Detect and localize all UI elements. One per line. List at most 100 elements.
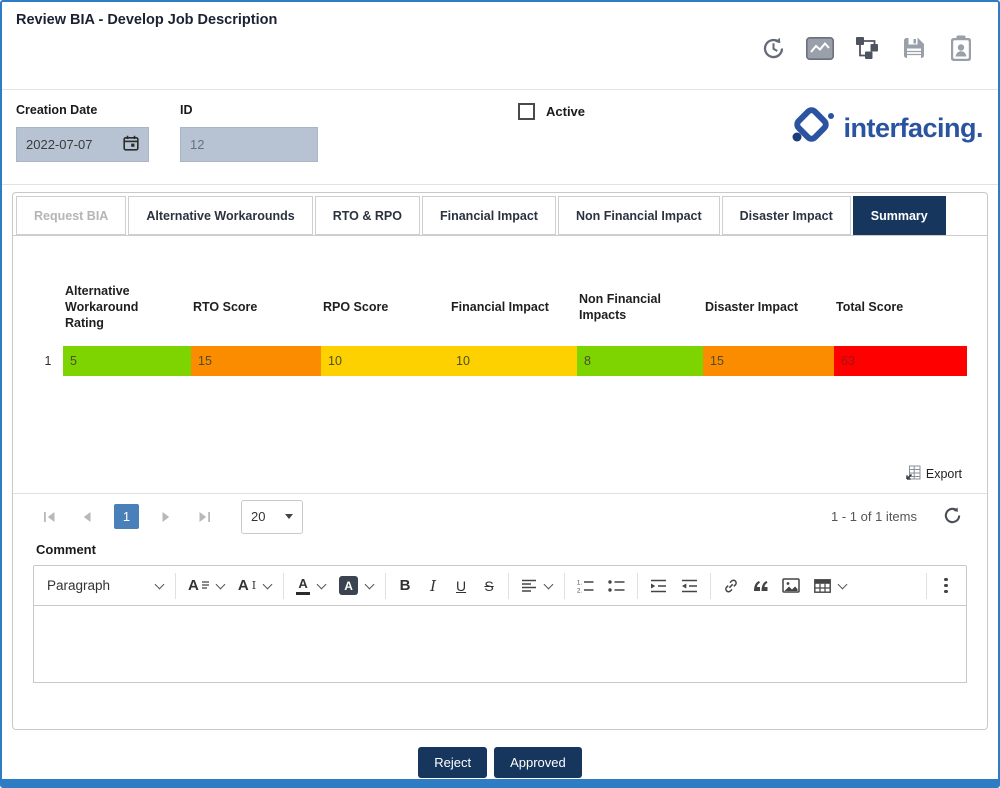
table-row: 1 5 15 10 10 8 15 63 [33,346,967,376]
font-size-icon [201,581,209,589]
current-page-button[interactable]: 1 [114,504,139,529]
paragraph-style-label: Paragraph [47,578,111,593]
tab-bar: Request BIA Alternative Workarounds RTO … [13,193,987,236]
chart-icon[interactable] [805,33,835,63]
italic-button[interactable]: I [419,571,447,601]
calendar-icon[interactable] [123,135,139,154]
toolbar-separator [564,572,566,599]
decrease-indent-button[interactable] [674,571,705,601]
chevron-down-icon [837,579,848,589]
underline-button[interactable]: U [447,571,475,601]
strikethrough-icon: S [484,577,494,594]
kebab-menu-icon [944,583,948,588]
paragraph-style-dropdown[interactable]: Paragraph [40,571,170,601]
toolbar-separator [175,572,176,599]
rich-text-toolbar: Paragraph A AI A A B I U S 1. 2. [33,565,967,606]
tab-disaster-impact[interactable]: Disaster Impact [721,196,851,235]
review-bia-window: Review BIA - Develop Job Description Cre… [0,0,1000,788]
interfacing-logo-text: interfacing. [843,113,983,143]
creation-date-input[interactable]: 2022-07-07 [16,127,149,162]
reject-button[interactable]: Reject [418,747,488,778]
assignee-icon[interactable] [946,33,976,63]
bulleted-list-button[interactable] [601,571,632,601]
previous-page-button[interactable] [76,506,98,528]
toolbar-separator [637,572,639,599]
last-page-button[interactable] [193,506,215,528]
tab-alternative-workarounds[interactable]: Alternative Workarounds [128,196,313,235]
link-button[interactable] [716,571,746,601]
pagination-nav: 1 [38,504,215,529]
pagination-bar: 1 20 1 - 1 of 1 items [13,494,987,539]
comment-editor-area[interactable] [33,606,967,683]
approved-button[interactable]: Approved [494,747,582,778]
id-value: 12 [190,137,205,152]
hierarchy-icon[interactable] [852,33,882,63]
chevron-down-icon [364,579,375,589]
id-input[interactable]: 12 [180,127,318,162]
toolbar-separator [283,572,285,599]
insert-image-button[interactable] [775,571,807,601]
svg-text:2.: 2. [577,588,582,593]
toolbar-separator [385,572,387,599]
history-icon[interactable] [758,33,788,63]
page-size-dropdown[interactable]: 20 [241,499,303,534]
tab-summary[interactable]: Summary [852,196,946,235]
insert-table-icon [814,578,831,593]
align-left-icon [522,579,537,592]
column-header-rto-score: RTO Score [193,299,258,314]
blockquote-button[interactable] [746,571,775,601]
save-icon[interactable] [899,33,929,63]
export-icon [906,465,921,483]
export-button[interactable]: Export [906,465,962,483]
link-icon [725,579,737,592]
cell-financial-impact: 10 [449,346,577,376]
toolbar-separator [926,572,927,599]
active-checkbox[interactable] [518,103,535,120]
index-column-header [33,268,63,346]
chevron-down-icon [543,579,554,589]
next-page-button[interactable] [155,506,177,528]
numbered-list-button[interactable]: 1. 2. [570,571,601,601]
font-color-icon: A [296,577,311,595]
summary-score-table: Alternative Workaround Rating RTO Score … [33,268,967,376]
strikethrough-button[interactable]: S [475,571,503,601]
tab-non-financial-impact[interactable]: Non Financial Impact [557,196,720,235]
toolbar-separator [710,572,712,599]
font-size-button[interactable]: A [181,571,231,601]
cell-disaster-impact: 15 [703,346,834,376]
tab-financial-impact[interactable]: Financial Impact [421,196,556,235]
bold-button[interactable]: B [391,571,419,601]
cell-total-score: 63 [834,346,967,376]
tab-request-bia[interactable]: Request BIA [16,196,127,235]
page-title: Review BIA - Develop Job Description [16,12,278,28]
chevron-down-icon [262,579,273,589]
pagination-info: 1 - 1 of 1 items [831,506,962,528]
toolbar-separator [508,572,510,599]
font-background-color-button[interactable]: A [332,571,380,601]
chevron-down-icon [316,579,327,589]
increase-indent-button[interactable] [643,571,674,601]
numbered-list-icon: 1.2. [577,580,594,593]
insert-table-button[interactable] [807,571,853,601]
tab-rto-rpo[interactable]: RTO & RPO [314,196,420,235]
insert-image-icon [782,578,800,593]
first-page-button[interactable] [38,506,60,528]
export-label: Export [925,467,962,481]
text-alignment-button[interactable] [514,571,559,601]
column-header-disaster-impact: Disaster Impact [705,299,799,314]
font-family-button[interactable]: AI [231,571,278,601]
more-options-button[interactable] [932,571,960,601]
refresh-icon[interactable] [943,506,962,528]
column-header-alt-workaround: Alternative Workaround Rating [65,283,139,331]
column-header-total-score: Total Score [836,299,904,314]
font-background-color-icon: A [339,576,359,595]
font-color-button[interactable]: A [289,571,332,601]
page-size-value: 20 [251,509,266,524]
comment-editor: Paragraph A AI A A B I U S 1. 2. [33,565,967,683]
main-panel: Request BIA Alternative Workarounds RTO … [12,192,988,730]
chevron-down-icon [215,579,226,589]
cell-rto-score: 15 [191,346,321,376]
table-header-row: Alternative Workaround Rating RTO Score … [33,268,967,346]
underline-icon: U [455,577,467,594]
row-index: 1 [33,346,63,376]
